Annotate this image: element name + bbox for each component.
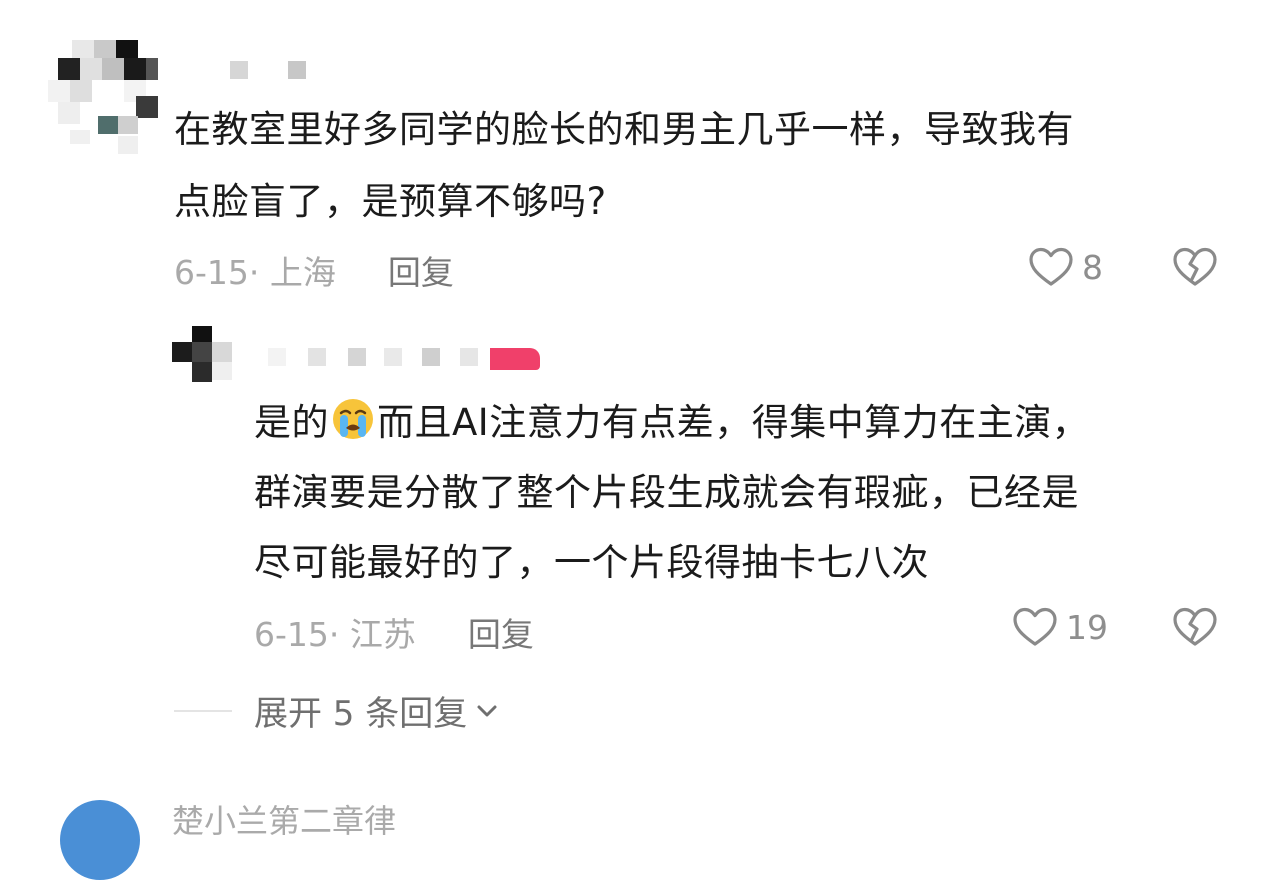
loudly-crying-face-emoji bbox=[333, 399, 373, 439]
broken-heart-icon bbox=[1173, 607, 1217, 646]
like-count: 19 bbox=[1066, 607, 1108, 647]
expand-replies-button[interactable]: 展开 5 条回复 bbox=[174, 686, 499, 735]
reply-text-line: 是的 而且AI注意力有点差，得集中算力在主演， bbox=[254, 388, 1089, 458]
reply-meta: 6-15· 江苏 回复 bbox=[254, 608, 534, 656]
comment-text-line: 点脸盲了，是预算不够吗? bbox=[174, 180, 607, 223]
dislike-button[interactable] bbox=[1172, 607, 1218, 647]
reply-button[interactable]: 回复 bbox=[388, 246, 454, 294]
divider bbox=[174, 709, 232, 712]
dislike-button[interactable] bbox=[1172, 247, 1218, 287]
reply-text-segment: 而且AI注意力有点差，得集中算力在主演， bbox=[377, 401, 1090, 444]
reply-date-location: 6-15· 江苏 bbox=[254, 615, 416, 654]
expand-replies-label: 展开 5 条回复 bbox=[254, 694, 468, 734]
like-button[interactable]: 8 bbox=[1028, 247, 1103, 287]
comment-date-location: 6-15· 上海 bbox=[174, 253, 336, 292]
reply-text-segment: 是的 bbox=[254, 401, 329, 444]
comment-text: 在教室里好多同学的脸长的和男主几乎一样，导致我有 点脸盲了，是预算不够吗? bbox=[174, 94, 1074, 238]
username-redacted[interactable] bbox=[268, 348, 540, 370]
heart-outline-icon bbox=[1029, 247, 1073, 286]
next-commenter-name[interactable]: 楚小兰第二章律 bbox=[172, 796, 396, 842]
like-button[interactable]: 19 bbox=[1012, 607, 1108, 647]
reply-text-line: 群演要是分散了整个片段生成就会有瑕疵，已经是 bbox=[254, 471, 1079, 514]
reply-button[interactable]: 回复 bbox=[468, 608, 534, 656]
next-commenter-avatar[interactable] bbox=[60, 800, 140, 880]
broken-heart-icon bbox=[1173, 247, 1217, 286]
heart-outline-icon bbox=[1013, 607, 1057, 646]
replier-avatar[interactable] bbox=[172, 326, 232, 386]
comment-text-line: 在教室里好多同学的脸长的和男主几乎一样，导致我有 bbox=[174, 108, 1074, 151]
reply-text-line: 尽可能最好的了，一个片段得抽卡七八次 bbox=[254, 541, 929, 584]
username-redacted[interactable] bbox=[230, 61, 310, 79]
reply-text: 是的 而且AI注意力有点差，得集中算力在主演， 群演要是分散了整个片段生成就会有… bbox=[254, 388, 1089, 598]
comment-meta: 6-15· 上海 回复 bbox=[174, 246, 454, 294]
like-count: 8 bbox=[1082, 247, 1103, 287]
commenter-avatar[interactable] bbox=[48, 40, 158, 158]
chevron-down-icon bbox=[477, 705, 497, 716]
